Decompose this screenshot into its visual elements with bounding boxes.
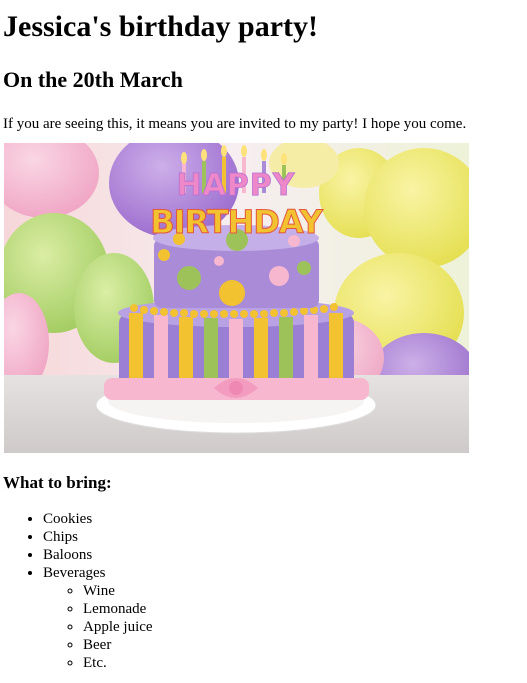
invitation-text: If you are seeing this, it means you are… [3, 116, 467, 132]
page-title: Jessica's birthday party! [3, 10, 318, 43]
list-item-beverages: Beverages Wine Lemonade Apple juice Beer… [43, 564, 524, 672]
list-item-beverages-label: Beverages [43, 565, 106, 581]
sub-item-apple-juice: Apple juice [83, 618, 524, 636]
sub-item-lemonade: Lemonade [83, 600, 524, 618]
birthday-cake-image: HAPPY BIRTHDAY [4, 143, 469, 453]
sub-item-beer: Beer [83, 636, 524, 654]
page: Jessica's birthday party! On the 20th Ma… [0, 0, 527, 672]
list-item-cookies: Cookies [43, 510, 524, 528]
party-date: On the 20th March [3, 67, 183, 92]
beverages-sublist: Wine Lemonade Apple juice Beer Etc. [43, 582, 524, 672]
list-item-chips: Chips [43, 528, 524, 546]
bring-list: Cookies Chips Baloons Beverages Wine Lem… [3, 510, 524, 672]
list-item-baloons: Baloons [43, 546, 524, 564]
sub-item-etc: Etc. [83, 654, 524, 672]
topper-happy: HAPPY [176, 168, 295, 203]
sub-item-wine: Wine [83, 582, 524, 600]
topper-birthday: BIRTHDAY [150, 203, 323, 241]
what-to-bring-heading: What to bring: [3, 473, 112, 492]
